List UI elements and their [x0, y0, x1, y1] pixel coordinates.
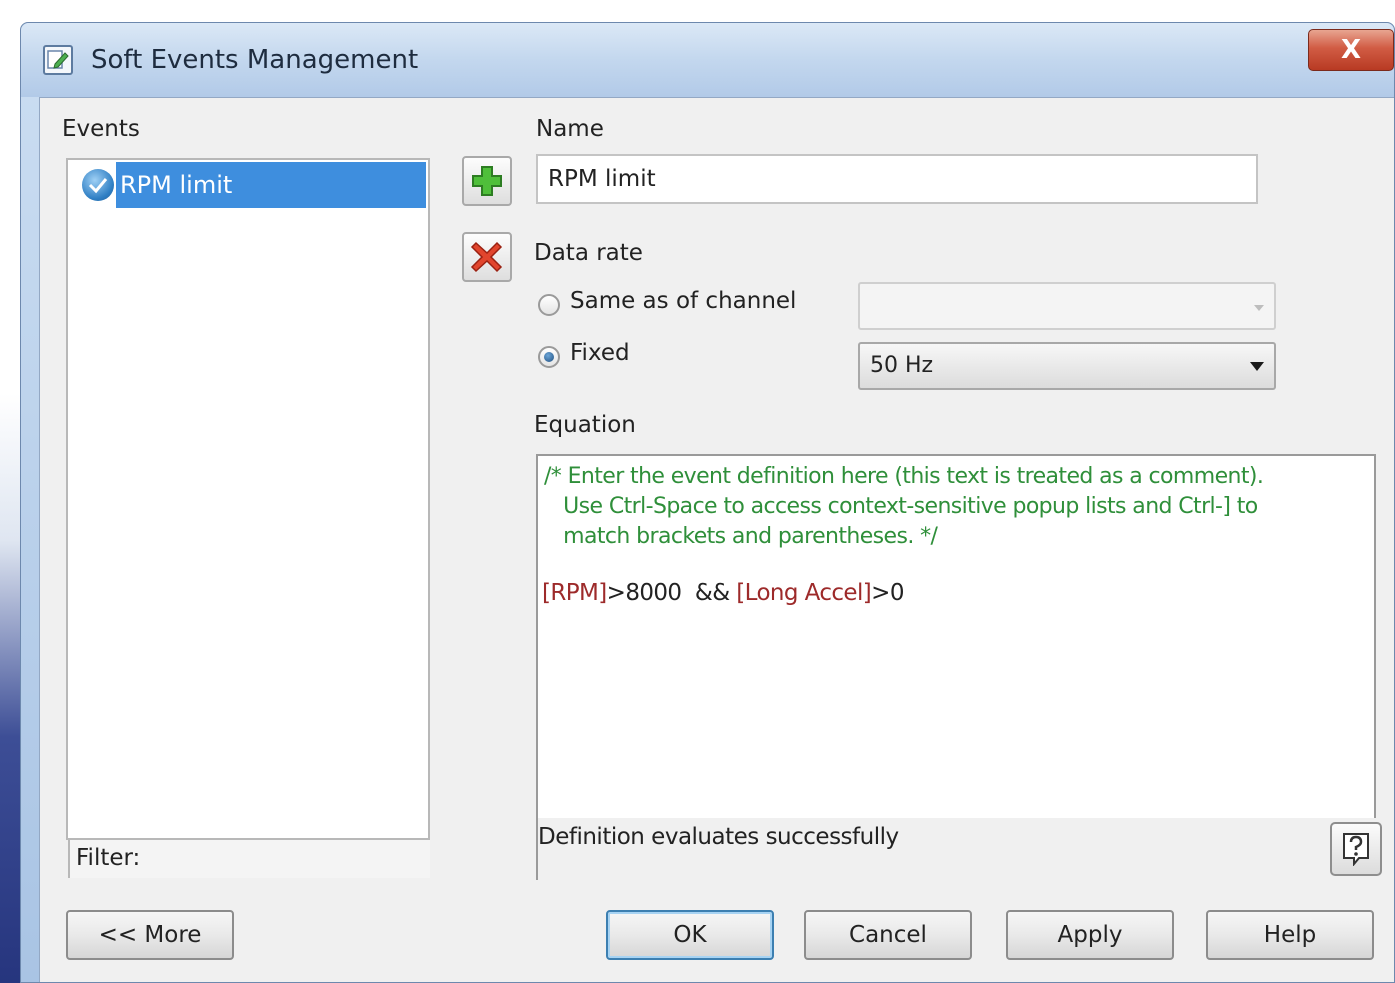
list-item-rpm-limit[interactable]: RPM limit — [76, 162, 426, 208]
event-item-label: RPM limit — [116, 162, 426, 208]
name-label: Name — [536, 116, 604, 142]
background-strip — [0, 0, 20, 983]
equation-expression: [RPM]>8000 && [Long Accel]>0 — [542, 580, 904, 606]
close-button[interactable]: X — [1308, 29, 1394, 71]
data-rate-label: Data rate — [534, 240, 643, 266]
fixed-rate-value: 50 Hz — [870, 353, 934, 378]
expression-operator: >8000 && — [606, 580, 737, 606]
radio-same-as-channel[interactable] — [538, 294, 560, 316]
equation-comment: /* Enter the event definition here (this… — [544, 464, 1264, 549]
dialog-body: Events RPM limit Filter: Name RPM limit … — [39, 97, 1394, 982]
ok-button[interactable]: OK — [606, 910, 774, 960]
channel-select[interactable] — [858, 282, 1276, 330]
apply-button[interactable]: Apply — [1006, 910, 1174, 960]
delete-event-button[interactable] — [462, 232, 512, 282]
green-plus-icon — [472, 166, 502, 196]
equation-status: Definition evaluates successfully — [536, 818, 1382, 880]
equation-editor[interactable]: /* Enter the event definition here (this… — [536, 454, 1376, 818]
window-title: Soft Events Management — [91, 45, 419, 75]
blue-check-icon — [82, 169, 114, 201]
more-button[interactable]: << More — [66, 910, 234, 960]
fixed-rate-select[interactable]: 50 Hz — [858, 342, 1276, 390]
filter-field[interactable]: Filter: — [68, 840, 430, 878]
same-as-channel-label: Same as of channel — [570, 288, 797, 314]
fixed-label: Fixed — [570, 340, 630, 366]
cancel-button[interactable]: Cancel — [804, 910, 972, 960]
title-bar: Soft Events Management X — [21, 23, 1394, 97]
chevron-down-icon — [1254, 305, 1264, 311]
channel-ref-rpm: [RPM] — [542, 580, 607, 606]
help-button[interactable]: Help — [1206, 910, 1374, 960]
chevron-down-icon — [1250, 362, 1264, 371]
edit-document-icon — [43, 45, 73, 75]
equation-label: Equation — [534, 412, 636, 438]
soft-events-dialog: Soft Events Management X Events RPM limi… — [20, 22, 1395, 983]
events-label: Events — [62, 116, 140, 142]
events-list[interactable]: RPM limit — [66, 158, 430, 840]
channel-ref-long-accel: [Long Accel] — [736, 580, 872, 606]
equation-help-button[interactable] — [1330, 822, 1382, 876]
red-x-icon — [470, 241, 503, 273]
add-event-button[interactable] — [462, 156, 512, 206]
expression-operator: >0 — [871, 580, 904, 606]
filter-label: Filter: — [76, 845, 141, 871]
question-mark-icon — [1343, 833, 1369, 866]
status-text: Definition evaluates successfully — [538, 824, 899, 850]
name-input[interactable]: RPM limit — [536, 154, 1258, 204]
radio-fixed[interactable] — [538, 346, 560, 368]
